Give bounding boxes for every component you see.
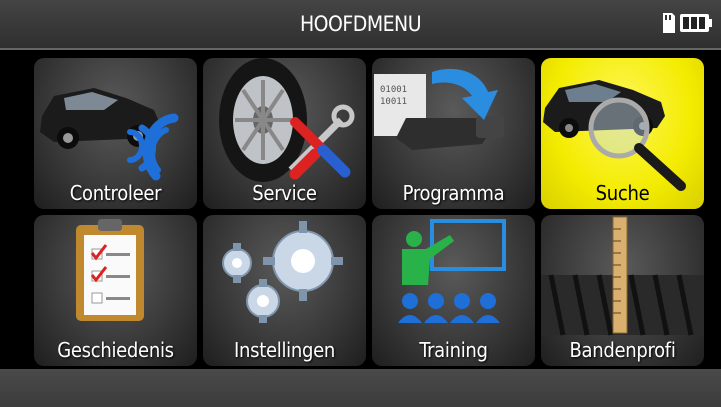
sd-card-icon xyxy=(663,13,675,33)
menu-tile-label: Service xyxy=(252,181,317,205)
menu-tile-geschiedenis[interactable]: Geschiedenis xyxy=(34,215,197,366)
svg-text:01001: 01001 xyxy=(380,85,407,95)
menu-tile-label: Suche xyxy=(595,181,650,205)
svg-text:10011: 10011 xyxy=(380,97,407,107)
page-title: HOOFDMENU xyxy=(299,12,422,36)
menu-tile-programma[interactable]: 01001 10011 Programma xyxy=(372,58,535,209)
menu-tile-label: Programma xyxy=(402,181,505,205)
menu-tile-training[interactable]: Training xyxy=(372,215,535,366)
status-area xyxy=(662,12,713,34)
menu-tile-bandenprofi[interactable]: Bandenprofi xyxy=(541,215,704,366)
menu-tile-label: Training xyxy=(419,338,488,362)
menu-tile-label: Bandenprofi xyxy=(569,338,676,362)
menu-tile-label: Controleer xyxy=(69,181,162,205)
menu-tile-controleer[interactable]: Controleer xyxy=(34,58,197,209)
battery-icon xyxy=(680,14,712,32)
menu-tile-service[interactable]: Service xyxy=(203,58,366,209)
menu-tile-label: Instellingen xyxy=(234,338,335,362)
menu-tile-label: Geschiedenis xyxy=(57,338,174,362)
title-bar: HOOFDMENU xyxy=(0,0,721,50)
menu-tile-instellingen[interactable]: Instellingen xyxy=(203,215,366,366)
menu-tile-suche[interactable]: Suche xyxy=(541,58,704,209)
main-menu-grid: Controleer Service 01001 10011 Programma… xyxy=(34,58,706,368)
footer-bar xyxy=(0,369,721,407)
